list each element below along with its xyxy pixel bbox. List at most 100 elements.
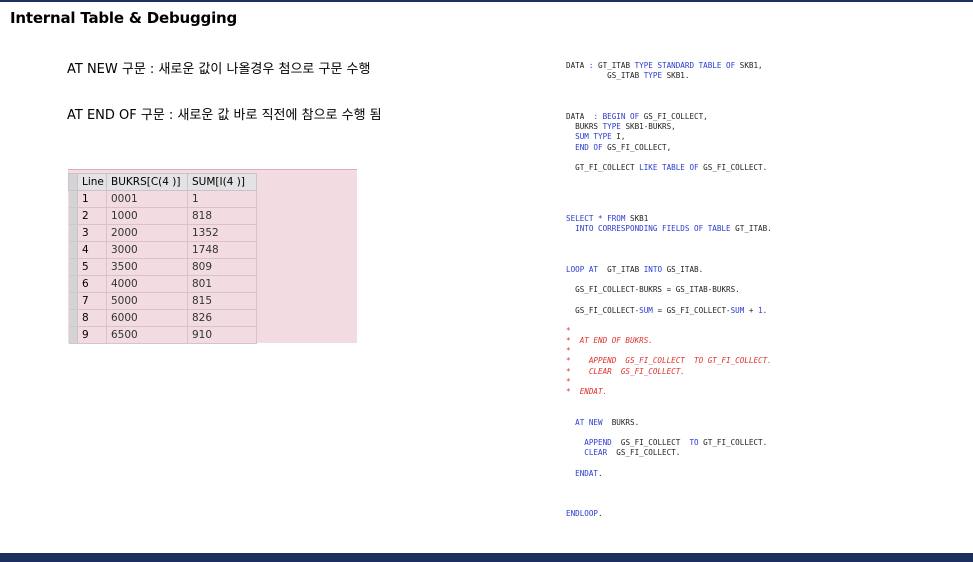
code-line: GS_FI_COLLECT-SUM = GS_FI_COLLECT-SUM + … <box>566 306 772 316</box>
code-text: SKB1 <box>630 213 649 223</box>
bukrs-cell: 5000 <box>106 292 188 310</box>
code-text: GS_FI_COLLECT, <box>643 111 708 121</box>
table-row[interactable]: 1 0001 1 <box>68 190 257 208</box>
sum-cell: 809 <box>187 258 257 276</box>
row-selector[interactable] <box>68 241 78 259</box>
sum-cell: 826 <box>187 309 257 327</box>
table-row[interactable]: 2 1000 818 <box>68 207 257 225</box>
line-cell: 6 <box>77 275 107 293</box>
row-selector-header[interactable] <box>68 173 78 191</box>
code-text: GT_ITAB <box>607 264 644 274</box>
code-line: * <box>566 346 772 356</box>
code-text: GS_FI_COLLECT <box>620 437 690 447</box>
code-comment: * <box>566 376 571 386</box>
row-selector[interactable] <box>68 207 78 225</box>
table-row[interactable]: 8 6000 826 <box>68 309 257 327</box>
table-header-row: Line BUKRS[C(4 )] SUM[I(4 )] <box>68 173 257 191</box>
code-line: BUKRS TYPE SKB1-BUKRS, <box>566 122 772 132</box>
row-selector[interactable] <box>68 309 78 327</box>
debugger-table-panel: Line BUKRS[C(4 )] SUM[I(4 )] 1 0001 1 2 … <box>68 169 357 344</box>
code-keyword: INTO <box>643 264 667 274</box>
code-line: DATA : BEGIN OF GS_FI_COLLECT, <box>566 112 772 122</box>
code-keyword: TYPE STANDARD TABLE OF <box>634 61 740 70</box>
row-selector[interactable] <box>68 292 78 310</box>
code-text: GS_FI_COLLECT- <box>566 305 640 315</box>
code-text: GT_ITAB <box>598 61 635 70</box>
code-line: LOOP AT GT_ITAB INTO GS_ITAB. <box>566 265 772 275</box>
line-cell: 7 <box>77 292 107 310</box>
line-cell: 4 <box>77 241 107 259</box>
abap-code-listing: DATA : GT_ITAB TYPE STANDARD TABLE OF SK… <box>566 61 772 519</box>
column-header-line[interactable]: Line <box>77 173 107 191</box>
code-text: GS_ITAB <box>566 71 644 81</box>
sum-cell: 1748 <box>187 241 257 259</box>
code-keyword: TO <box>689 437 704 447</box>
code-text: = GS_FI_COLLECT- <box>657 305 731 315</box>
code-keyword: LOOP AT <box>566 264 608 274</box>
row-selector[interactable] <box>68 258 78 276</box>
code-line: DATA : GT_ITAB TYPE STANDARD TABLE OF SK… <box>566 61 772 71</box>
code-line: END OF GS_FI_COLLECT, <box>566 143 772 153</box>
table-row[interactable]: 4 3000 1748 <box>68 241 257 259</box>
code-keyword: APPEND <box>566 437 621 447</box>
bukrs-cell: 6500 <box>106 326 188 344</box>
bukrs-cell: 4000 <box>106 275 188 293</box>
top-rule <box>0 0 973 2</box>
at-end-note: AT END OF 구문 : 새로운 값 바로 직전에 참으로 수행 됨 <box>67 108 382 123</box>
code-keyword: AT NEW <box>566 417 612 427</box>
code-text: GT_FI_COLLECT <box>566 162 640 172</box>
code-comment: * CLEAR GS_FI_COLLECT. <box>566 366 685 376</box>
table-row[interactable]: 6 4000 801 <box>68 275 257 293</box>
code-text: . <box>598 509 603 519</box>
code-line: SELECT * FROM SKB1 <box>566 214 772 224</box>
table-row[interactable]: 5 3500 809 <box>68 258 257 276</box>
code-text: SKB1-BUKRS, <box>625 122 676 132</box>
code-line: * <box>566 377 772 387</box>
sum-cell: 1352 <box>187 224 257 242</box>
bukrs-cell: 6000 <box>106 309 188 327</box>
row-selector[interactable] <box>68 275 78 293</box>
column-header-bukrs[interactable]: BUKRS[C(4 )] <box>106 173 188 191</box>
code-text: . <box>598 468 603 478</box>
code-keyword: LIKE TABLE OF <box>639 162 704 172</box>
code-line: * AT END OF BUKRS. <box>566 336 772 346</box>
code-line: APPEND GS_FI_COLLECT TO GT_FI_COLLECT. <box>566 438 772 448</box>
code-keyword: END OF <box>566 142 608 152</box>
table-row[interactable]: 7 5000 815 <box>68 292 257 310</box>
code-text: BUKRS <box>566 122 603 132</box>
code-keyword: TYPE <box>602 122 626 132</box>
bukrs-cell: 1000 <box>106 207 188 225</box>
code-text: GS_ITAB. <box>666 264 704 274</box>
code-keyword: : BEGIN OF <box>593 111 644 121</box>
line-cell: 2 <box>77 207 107 225</box>
line-cell: 3 <box>77 224 107 242</box>
sum-cell: 801 <box>187 275 257 293</box>
column-header-sum[interactable]: SUM[I(4 )] <box>187 173 257 191</box>
code-line: INTO CORRESPONDING FIELDS OF TABLE GT_IT… <box>566 224 772 234</box>
row-selector[interactable] <box>68 326 78 344</box>
table-row[interactable]: 3 2000 1352 <box>68 224 257 242</box>
table-row[interactable]: 9 6500 910 <box>68 326 257 344</box>
code-line: SUM TYPE I, <box>566 132 772 142</box>
sum-cell: 910 <box>187 326 257 344</box>
slide-title: Internal Table & Debugging <box>10 9 238 27</box>
code-comment: * <box>566 325 571 335</box>
code-text: GS_FI_COLLECT. <box>616 448 681 458</box>
row-selector[interactable] <box>68 224 78 242</box>
code-text: GT_FI_COLLECT. <box>703 437 768 447</box>
code-text: DATA <box>566 111 594 121</box>
code-keyword: SUM <box>639 305 658 315</box>
code-line: ENDLOOP. <box>566 509 772 519</box>
row-selector[interactable] <box>68 190 78 208</box>
